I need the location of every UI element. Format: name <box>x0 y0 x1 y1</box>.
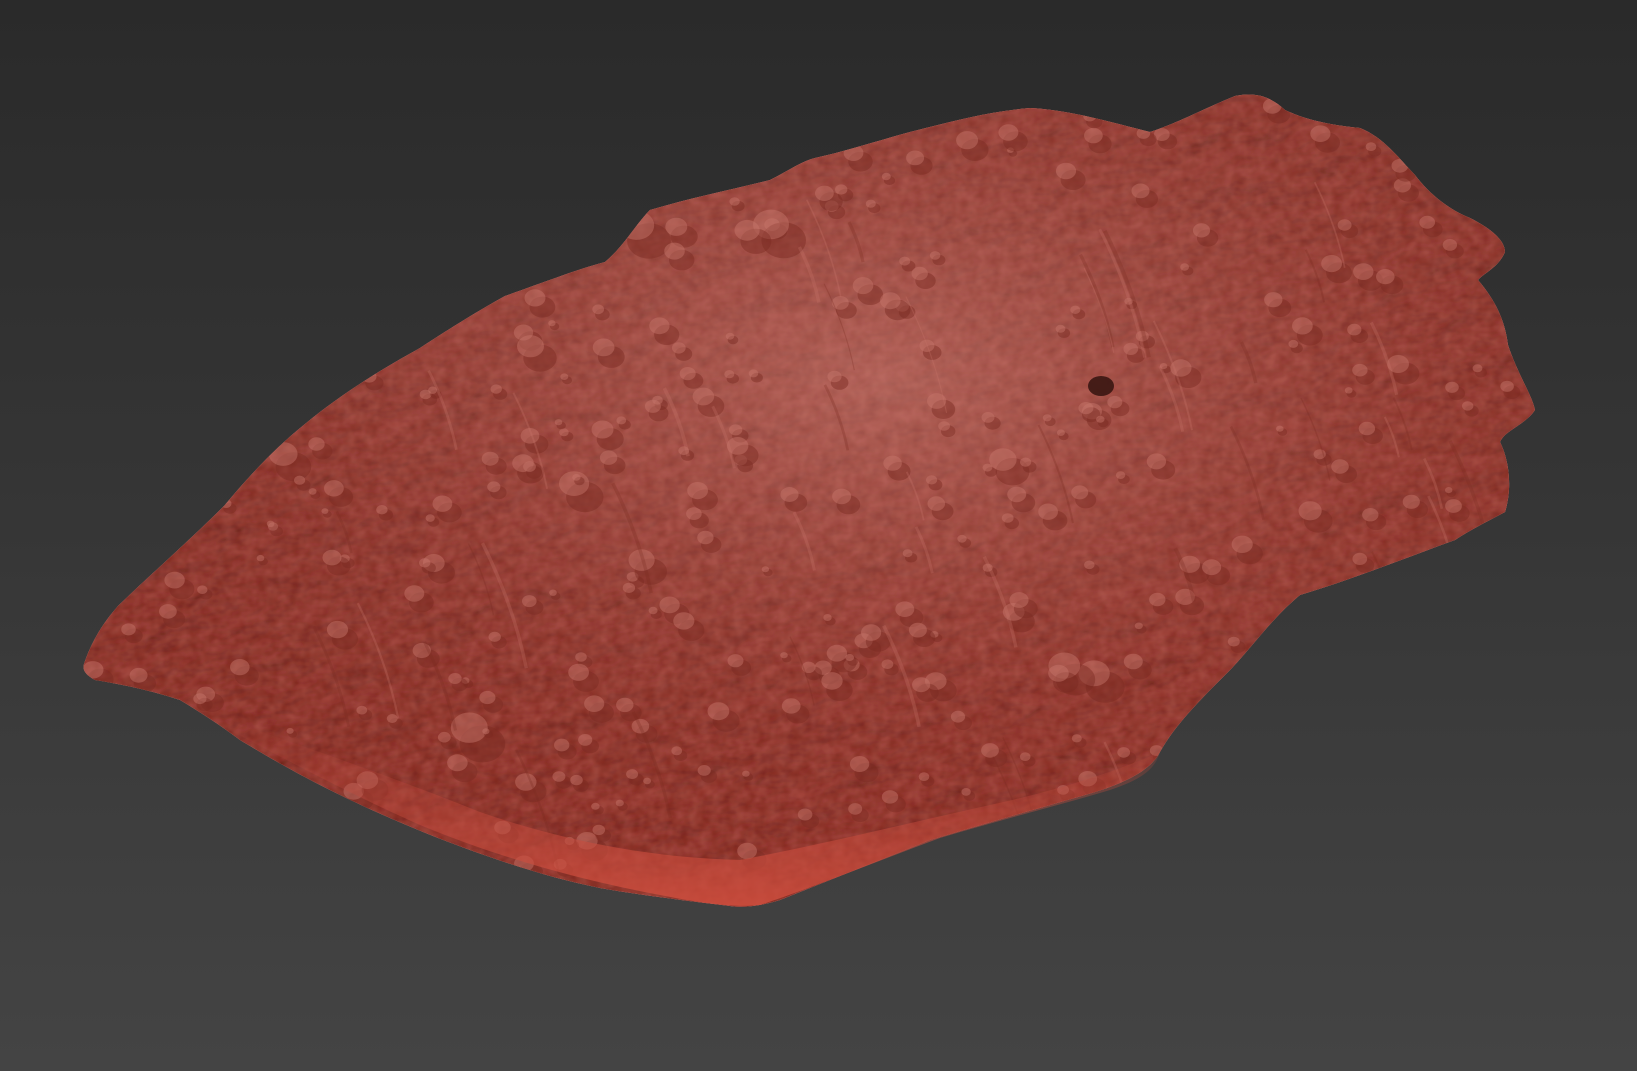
rock-mesh-hole <box>1088 376 1114 396</box>
rock-mesh[interactable] <box>82 94 1536 907</box>
3d-viewport[interactable] <box>0 0 1637 1071</box>
rock-mesh-grain <box>83 94 1536 907</box>
viewport-canvas[interactable] <box>0 0 1637 1071</box>
